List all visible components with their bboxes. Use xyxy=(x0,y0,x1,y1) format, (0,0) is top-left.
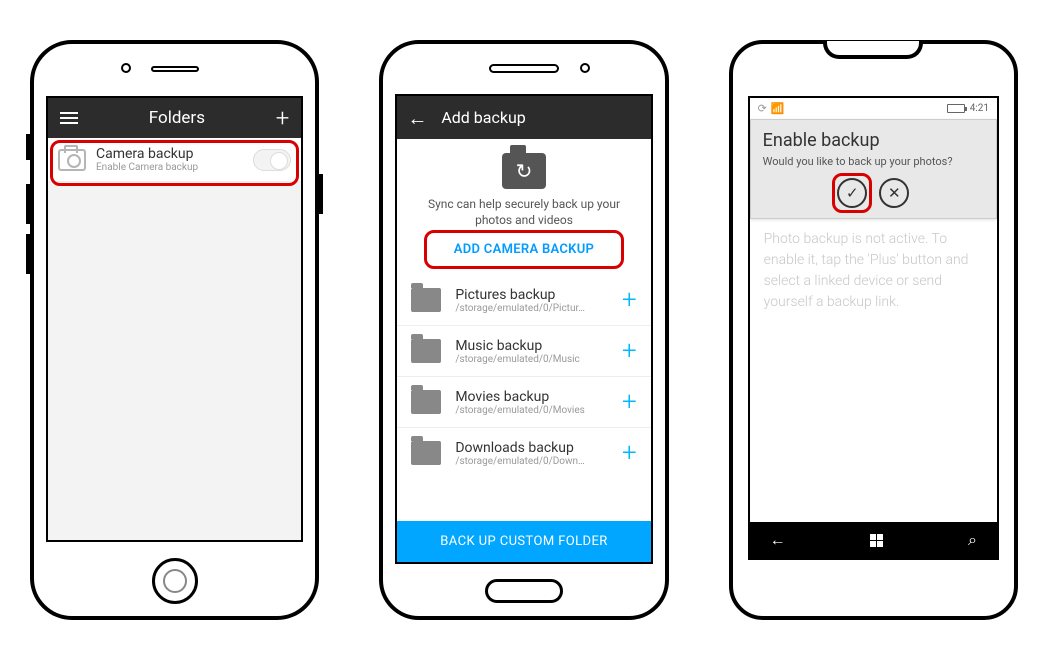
status-time: 4:21 xyxy=(970,103,989,114)
earpiece-icon xyxy=(489,64,559,73)
item-path: /storage/emulated/0/Movies xyxy=(455,405,584,416)
header-title: Folders xyxy=(149,108,205,128)
menu-icon[interactable] xyxy=(60,109,78,127)
sync-icon: ⟳ xyxy=(758,102,767,115)
backup-custom-folder-button[interactable]: BACK UP CUSTOM FOLDER xyxy=(397,521,650,562)
iphone-screen: Folders + Camera backup Enable Camera ba… xyxy=(46,96,303,542)
camera-backup-toggle[interactable] xyxy=(253,149,291,171)
backup-intro: Sync can help securely back up your phot… xyxy=(397,139,650,275)
battery-icon xyxy=(947,104,965,113)
folder-icon xyxy=(411,339,441,363)
row-title: Camera backup xyxy=(96,146,198,162)
dialog-prompt: Would you like to back up your photos? xyxy=(763,155,984,168)
android-device: ← Add backup Sync can help securely back… xyxy=(379,40,668,620)
list-item[interactable]: Pictures backup/storage/emulated/0/Pictu… xyxy=(397,275,650,325)
plus-icon[interactable]: + xyxy=(622,438,637,468)
folder-icon xyxy=(411,288,441,312)
windows-screen: ⟳📶 4:21 Enable backup Would you like to … xyxy=(748,96,999,560)
list-item[interactable]: Downloads backup/storage/emulated/0/Down… xyxy=(397,427,650,478)
mute-switch xyxy=(26,134,30,160)
item-title: Music backup xyxy=(455,338,579,354)
item-path: /storage/emulated/0/Down… xyxy=(455,456,584,467)
enable-backup-dialog: Enable backup Would you like to back up … xyxy=(750,119,997,219)
folder-icon xyxy=(411,390,441,414)
plus-icon[interactable]: + xyxy=(622,336,637,366)
back-icon[interactable]: ← xyxy=(770,530,786,550)
signal-icons: ⟳📶 xyxy=(758,102,785,115)
item-title: Downloads backup xyxy=(455,440,584,456)
earpiece-notch xyxy=(823,41,923,59)
folder-icon xyxy=(411,441,441,465)
front-camera-icon xyxy=(121,63,131,73)
iphone-device: Folders + Camera backup Enable Camera ba… xyxy=(30,40,319,620)
signal-icon: 📶 xyxy=(771,102,785,115)
row-subtitle: Enable Camera backup xyxy=(96,162,198,173)
start-icon[interactable] xyxy=(870,534,883,547)
backup-inactive-text: Photo backup is not active. To enable it… xyxy=(750,219,997,323)
volume-down xyxy=(26,234,30,274)
cancel-button[interactable]: ✕ xyxy=(879,178,909,208)
volume-up xyxy=(26,184,30,224)
camera-sync-icon xyxy=(502,153,546,189)
item-path: /storage/emulated/0/Music xyxy=(455,354,579,365)
power-button xyxy=(319,174,323,214)
add-backup-header: ← Add backup xyxy=(397,96,650,139)
list-item[interactable]: Music backup/storage/emulated/0/Music + xyxy=(397,325,650,376)
back-icon[interactable]: ← xyxy=(407,111,427,125)
plus-icon[interactable]: + xyxy=(622,285,637,315)
home-button[interactable] xyxy=(152,558,198,604)
status-bar: ⟳📶 4:21 xyxy=(750,98,997,119)
item-path: /storage/emulated/0/Pictur… xyxy=(455,303,585,314)
item-title: Pictures backup xyxy=(455,287,585,303)
add-icon[interactable]: + xyxy=(276,109,290,127)
android-screen: ← Add backup Sync can help securely back… xyxy=(395,94,652,564)
dialog-title: Enable backup xyxy=(763,130,984,151)
item-title: Movies backup xyxy=(455,389,584,405)
home-button[interactable] xyxy=(485,579,563,603)
camera-backup-row[interactable]: Camera backup Enable Camera backup xyxy=(48,138,301,182)
backup-list: Pictures backup/storage/emulated/0/Pictu… xyxy=(397,275,650,521)
sync-description: Sync can help securely back up your phot… xyxy=(415,197,632,228)
plus-icon[interactable]: + xyxy=(622,387,637,417)
header-title: Add backup xyxy=(441,108,525,127)
list-item[interactable]: Movies backup/storage/emulated/0/Movies … xyxy=(397,376,650,427)
windows-device: ⟳📶 4:21 Enable backup Would you like to … xyxy=(729,40,1018,620)
windows-nav-bar: ← ⌕ xyxy=(750,522,997,558)
front-camera-icon xyxy=(580,63,590,73)
confirm-button[interactable]: ✓ xyxy=(837,178,867,208)
earpiece-icon xyxy=(151,66,199,72)
add-camera-backup-button[interactable]: ADD CAMERA BACKUP xyxy=(446,238,602,261)
camera-icon xyxy=(58,149,86,171)
search-icon[interactable]: ⌕ xyxy=(968,530,977,550)
folders-header: Folders + xyxy=(48,98,301,138)
